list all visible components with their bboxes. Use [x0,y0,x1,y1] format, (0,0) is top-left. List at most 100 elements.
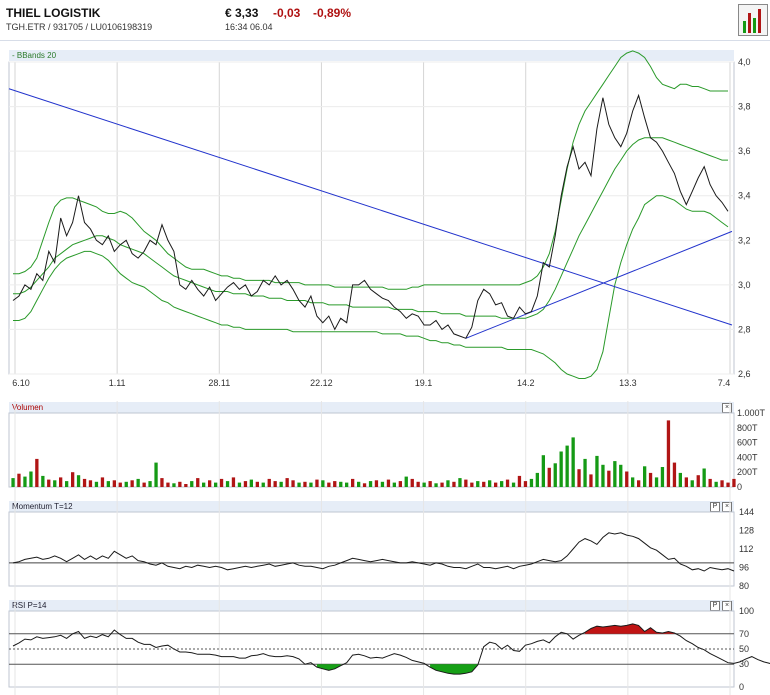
volume-bar [404,476,408,487]
x-axis-tick-label: 28.11 [208,378,230,388]
price-y-tick-label: 3,6 [738,146,751,156]
volume-bar [219,478,224,487]
volume-bar [511,482,516,487]
rsi-y-tick-label: 0 [739,682,744,692]
volume-bar [148,481,152,487]
volume-bar [41,475,45,487]
price-y-tick-label: 3,4 [738,191,751,201]
volume-bar [380,481,385,487]
volume-bar [94,481,99,487]
volume-bar [172,483,176,487]
volume-bar [464,479,468,487]
volume-bar [666,420,671,487]
volume-bar [285,478,289,487]
volume-bar [416,481,420,487]
volume-bar [267,478,271,487]
volume-bar [154,462,158,487]
volume-bar [142,482,146,487]
volume-bar [65,481,69,487]
volume-bar [392,482,396,487]
volume-bar [500,481,504,487]
volume-bar [339,481,343,487]
volume-bar [422,482,426,487]
volume-bar [535,472,539,487]
volume-bar [184,484,188,487]
momentum-y-tick-label: 128 [739,526,754,536]
x-axis-tick-label: 19.1 [415,378,433,388]
volume-bar [160,478,164,487]
volume-bar [595,455,599,487]
volume-bar [470,482,474,487]
volume-bar [607,470,611,487]
momentum-y-tick-label: 144 [739,507,754,517]
volume-bar [601,464,605,487]
volume-bar [696,475,700,487]
x-axis-tick-label: 13.3 [619,378,637,388]
rsi-y-tick-label: 70 [739,629,749,639]
volume-bar [345,482,349,487]
volume-bar [59,477,63,487]
volume-bar [362,483,367,487]
volume-bar [517,475,522,487]
volume-bar [553,463,557,487]
volume-bar [559,451,563,487]
volume-bar [386,479,391,487]
volume-bar [660,467,665,487]
volume-bar [678,472,682,487]
volume-bar [29,471,33,487]
volume-bar [720,480,724,487]
volume-bar [76,475,81,487]
volume-y-tick-label: 400T [737,452,758,462]
volume-bar [333,481,337,487]
price-y-tick-label: 3,0 [738,280,751,290]
volume-bar [672,462,677,487]
volume-bar [35,458,39,487]
momentum-y-tick-label: 80 [739,581,749,591]
volume-bar [100,477,105,487]
volume-bar [309,482,313,487]
volume-bar [214,482,218,487]
volume-bar [637,480,641,487]
volume-y-tick-label: 600T [737,438,758,448]
volume-bar [178,481,182,487]
price-y-tick-label: 3,8 [738,102,751,112]
volume-bar [452,481,456,487]
volume-bar [631,477,635,487]
volume-bar [243,481,248,487]
volume-bar [291,480,295,487]
volume-bar [231,477,236,487]
volume-bar [434,483,438,487]
volume-bar [541,455,545,487]
volume-bar [88,480,93,487]
volume-bar [494,482,498,487]
volume-bar [613,461,617,487]
volume-bar [458,478,462,487]
stock-chart: 6.10 1.11 28.11 22.12 19.1 14.2 13.3 7.4 4,0 3,8 3… [8,50,770,695]
volume-bar [583,458,587,487]
rsi-y-tick-label: 30 [739,659,749,669]
volume-bar [523,481,528,487]
volume-bar [374,480,379,487]
volume-bar [23,476,27,487]
volume-bar [714,481,718,487]
volume-bar [410,478,414,487]
volume-bar [476,481,480,487]
volume-bar [124,481,128,487]
price-y-tick-label: 4,0 [738,57,751,67]
volume-bar [261,482,265,487]
volume-bar [315,479,319,487]
volume-bar [619,464,623,487]
price-panel-frame [8,61,735,375]
volume-bar [303,481,307,487]
volume-bar [440,482,444,487]
rsi-y-tick-label: 100 [739,606,754,616]
volume-bar [17,473,21,487]
volume-bar [446,480,450,487]
volume-y-tick-label: 200T [737,467,758,477]
volume-bar [577,469,581,487]
volume-bar [279,481,283,487]
volume-bar [654,477,659,487]
volume-bar [625,471,629,487]
momentum-y-tick-label: 112 [739,544,753,554]
volume-bar [11,478,15,487]
